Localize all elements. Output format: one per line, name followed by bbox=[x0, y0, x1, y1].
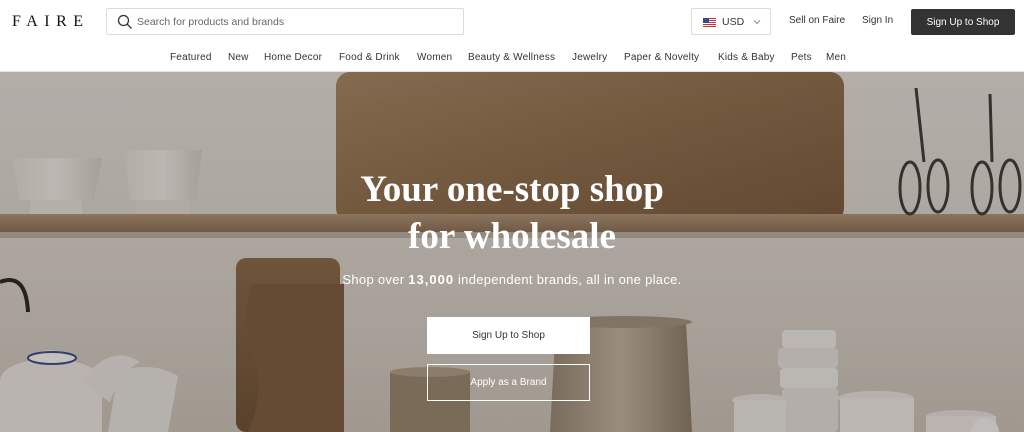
hero-title-line1: Your one-stop shop bbox=[360, 169, 664, 210]
top-header: FAIRE USD Sell on Faire Sign In Sign Up … bbox=[0, 0, 1024, 44]
us-flag-icon bbox=[703, 18, 716, 27]
sign-in-link[interactable]: Sign In bbox=[862, 15, 893, 26]
search-bar[interactable] bbox=[106, 8, 464, 35]
category-food-drink[interactable]: Food & Drink bbox=[339, 52, 400, 63]
category-beauty-wellness[interactable]: Beauty & Wellness bbox=[468, 52, 555, 63]
hero-title: Your one-stop shop for wholesale bbox=[312, 166, 712, 260]
category-nav: Featured New Home Decor Food & Drink Wom… bbox=[0, 44, 1024, 72]
search-icon bbox=[117, 14, 132, 29]
hero-brand-count: 13,000 bbox=[408, 272, 455, 287]
category-women[interactable]: Women bbox=[417, 52, 452, 63]
category-jewelry[interactable]: Jewelry bbox=[572, 52, 607, 63]
hero-subtitle-pre: Shop over bbox=[342, 272, 409, 287]
category-new[interactable]: New bbox=[228, 52, 249, 63]
hero-subtitle: Shop over 13,000 independent brands, all… bbox=[262, 272, 762, 287]
category-featured[interactable]: Featured bbox=[170, 52, 212, 63]
category-paper-novelty[interactable]: Paper & Novelty bbox=[624, 52, 699, 63]
currency-code: USD bbox=[722, 16, 745, 28]
category-home-decor[interactable]: Home Decor bbox=[264, 52, 322, 63]
faire-logo[interactable]: FAIRE bbox=[12, 13, 90, 31]
chevron-down-icon bbox=[753, 20, 761, 25]
hero-sign-up-button[interactable]: Sign Up to Shop bbox=[427, 317, 590, 354]
category-kids-baby[interactable]: Kids & Baby bbox=[718, 52, 775, 63]
category-men[interactable]: Men bbox=[826, 52, 846, 63]
hero-subtitle-post: independent brands, all in one place. bbox=[454, 272, 682, 287]
currency-selector[interactable]: USD bbox=[691, 8, 771, 35]
hero-title-line2: for wholesale bbox=[408, 216, 616, 257]
sign-up-button[interactable]: Sign Up to Shop bbox=[911, 9, 1015, 35]
category-pets[interactable]: Pets bbox=[791, 52, 812, 63]
hero-banner: Your one-stop shop for wholesale Shop ov… bbox=[0, 72, 1024, 432]
apply-as-brand-button[interactable]: Apply as a Brand bbox=[427, 364, 590, 401]
search-input[interactable] bbox=[137, 13, 447, 31]
sell-on-faire-link[interactable]: Sell on Faire bbox=[789, 15, 845, 26]
